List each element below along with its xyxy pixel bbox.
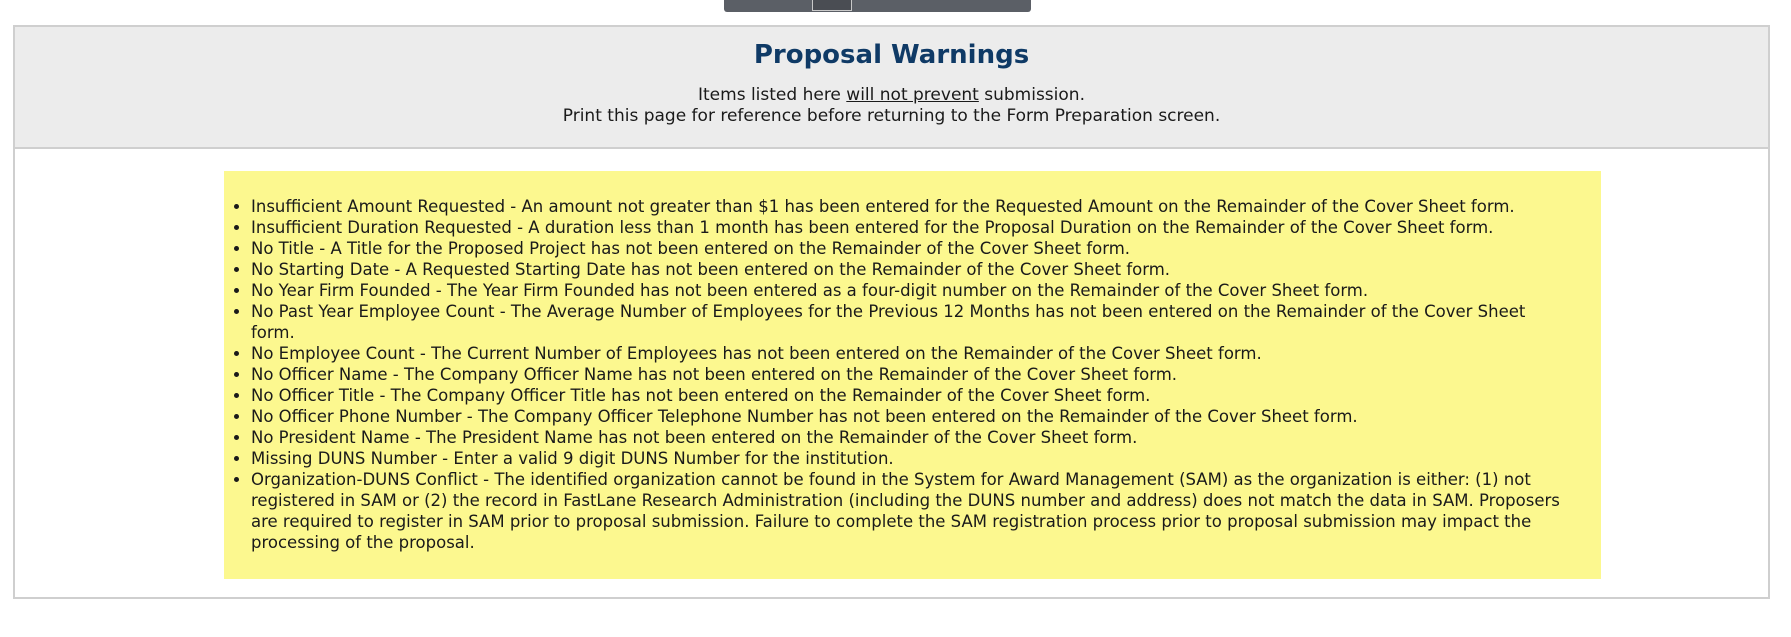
- list-item: Organization-DUNS Conflict - The identif…: [251, 469, 1571, 553]
- list-item: Insufficient Duration Requested - A dura…: [251, 217, 1571, 238]
- page-title: Proposal Warnings: [753, 40, 1030, 70]
- warnings-list: Insufficient Amount Requested - An amoun…: [224, 196, 1571, 553]
- list-item: No Starting Date - A Requested Starting …: [251, 259, 1571, 280]
- list-item: Insufficient Amount Requested - An amoun…: [251, 196, 1571, 217]
- warnings-panel: Proposal Warnings Items listed here will…: [13, 25, 1770, 599]
- list-item: No Officer Name - The Company Officer Na…: [251, 364, 1571, 385]
- subtitle-prefix: Items listed here: [698, 85, 847, 105]
- list-item: No Employee Count - The Current Number o…: [251, 343, 1571, 364]
- list-item: No Year Firm Founded - The Year Firm Fou…: [251, 280, 1571, 301]
- top-toolbar-widget[interactable]: [724, 0, 1031, 12]
- list-item: No Officer Title - The Company Officer T…: [251, 385, 1571, 406]
- list-item: No Past Year Employee Count - The Averag…: [251, 301, 1571, 343]
- subtitle-emphasis: will not prevent: [846, 85, 979, 105]
- toolbar-handle[interactable]: [812, 0, 852, 11]
- list-item: No President Name - The President Name h…: [251, 427, 1571, 448]
- warnings-header: Proposal Warnings Items listed here will…: [15, 27, 1768, 149]
- warnings-box: Insufficient Amount Requested - An amoun…: [224, 171, 1601, 579]
- list-item: No Title - A Title for the Proposed Proj…: [251, 238, 1571, 259]
- subtitle-suffix: submission.: [978, 85, 1085, 105]
- subtitle-line-2: Print this page for reference before ret…: [562, 106, 1221, 126]
- page: Proposal Warnings Items listed here will…: [0, 0, 1791, 637]
- list-item: No Officer Phone Number - The Company Of…: [251, 406, 1571, 427]
- subtitle-line-1: Items listed here will not prevent submi…: [15, 85, 1768, 106]
- list-item: Missing DUNS Number - Enter a valid 9 di…: [251, 448, 1571, 469]
